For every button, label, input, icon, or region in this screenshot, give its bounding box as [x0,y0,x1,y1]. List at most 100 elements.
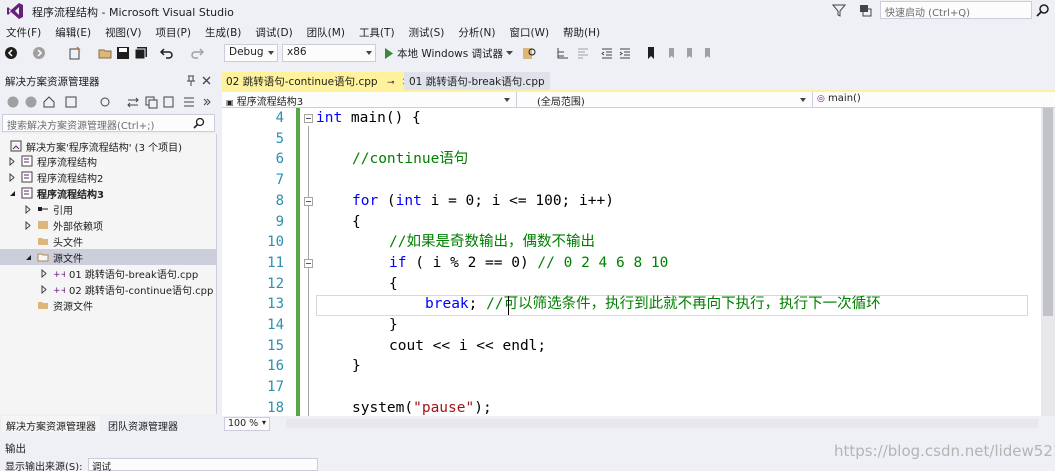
collapse-region-icon[interactable] [304,197,313,206]
search-icon[interactable] [1036,3,1050,17]
menu-file[interactable]: 文件(F) [0,25,49,40]
code-line-16: } [352,358,361,375]
zoom-select[interactable]: 100 % ▾ [224,417,270,431]
line-number: 8 [275,192,284,209]
scope-dropdown[interactable]: (全局范围) [517,92,813,108]
vertical-scrollbar-thumb[interactable] [1043,108,1053,316]
collapse-all-icon[interactable] [144,95,158,109]
start-debugging-button[interactable]: 本地 Windows 调试器 [382,44,515,62]
project-dropdown[interactable]: ▣ 程序流程结构3 [222,92,517,108]
tree-item-project-1[interactable]: 程序流程结构 [0,153,217,169]
find-in-files-icon[interactable] [522,46,536,60]
new-project-icon[interactable] [68,46,82,60]
close-icon[interactable] [202,76,211,85]
tab-team-explorer[interactable]: 团队资源管理器 [104,416,182,433]
feedback-icon[interactable] [858,3,872,18]
comment-out-icon[interactable] [576,46,590,60]
expand-arrow-icon[interactable] [24,220,33,230]
quick-launch-input[interactable]: 快速启动 (Ctrl+Q) [880,1,1032,19]
search-icon[interactable] [193,117,205,129]
function-icon: ◎ [817,94,825,104]
tree-item-solution[interactable]: 解决方案'程序流程结构' (3 个项目) [0,138,217,154]
solution-explorer-icon[interactable] [556,46,570,60]
line-number: 17 [267,379,284,396]
tree-item-project-2[interactable]: 程序流程结构2 [0,169,217,185]
tab-solution-explorer[interactable]: 解决方案资源管理器 [2,416,100,433]
navigate-back-icon[interactable] [4,46,18,60]
output-source-value: 调试 [92,462,112,471]
tree-item-file-break[interactable]: ++ 01 跳转语句-break语句.cpp [0,265,217,281]
collapse-region-icon[interactable] [304,114,313,123]
expand-arrow-icon[interactable] [40,268,49,278]
menu-edit[interactable]: 编辑(E) [49,25,99,40]
menu-build[interactable]: 生成(B) [199,25,249,40]
clear-bookmarks-icon[interactable] [700,46,714,60]
solution-platform-value: x86 [287,46,307,58]
overflow-icon[interactable] [202,95,216,109]
output-source-select[interactable]: 调试 [88,458,318,471]
previous-bookmark-icon[interactable] [664,46,678,60]
menu-help[interactable]: 帮助(H) [557,25,608,40]
solution-explorer-tree: 解决方案'程序流程结构' (3 个项目) 程序流程结构 程序流程结构2 程序流程… [0,134,217,414]
expand-arrow-icon[interactable] [8,172,17,182]
tree-item-project-3[interactable]: 程序流程结构3 [0,185,217,201]
solution-platform-select[interactable]: x86 [282,44,376,62]
expand-arrow-icon[interactable] [24,204,33,214]
tree-item-external-deps[interactable]: 外部依赖项 [0,217,217,233]
pending-changes-filter-icon[interactable] [98,95,112,109]
collapse-arrow-icon[interactable] [8,189,17,198]
horizontal-scrollbar[interactable] [286,419,1038,428]
cpp-project-icon [21,187,33,199]
show-all-files-icon[interactable] [162,95,176,109]
tree-item-references[interactable]: 引用 [0,201,217,217]
menu-view[interactable]: 视图(V) [99,25,149,40]
menu-team[interactable]: 团队(M) [301,25,353,40]
tree-item-source-files[interactable]: 源文件 [0,249,217,265]
redo-icon[interactable] [190,46,204,60]
save-icon[interactable] [116,46,130,60]
member-dropdown[interactable]: ◎ main() [813,92,1055,107]
undo-icon[interactable] [160,46,174,60]
switch-views-icon[interactable] [64,95,78,109]
scope-dropdown-value: (全局范围) [537,97,585,108]
decrease-indent-icon[interactable] [600,46,614,60]
forward-icon[interactable] [24,95,38,109]
pin-icon[interactable]: ⊸ [387,78,395,88]
next-bookmark-icon[interactable] [682,46,696,60]
line-number: 16 [267,358,284,375]
menu-project[interactable]: 项目(P) [149,25,199,40]
line-number: 9 [275,213,284,230]
tab-break-cpp[interactable]: 01 跳转语句-break语句.cpp [404,72,550,90]
menu-window[interactable]: 窗口(W) [503,25,557,40]
navigate-forward-icon[interactable] [32,46,46,60]
menu-analyze[interactable]: 分析(N) [452,25,503,40]
collapse-arrow-icon[interactable] [24,253,33,262]
collapse-region-icon[interactable] [304,259,313,268]
back-icon[interactable] [6,95,20,109]
open-file-icon[interactable] [98,46,112,60]
code-line-9: { [352,213,361,230]
start-debugging-label: 本地 Windows 调试器 [397,47,504,60]
menu-test[interactable]: 测试(S) [403,25,453,40]
tree-item-resource-files[interactable]: 资源文件 [0,297,217,313]
notifications-filter-icon[interactable] [832,3,846,18]
menu-debug[interactable]: 调试(D) [249,25,300,40]
tree-item-label: 程序流程结构2 [37,173,104,185]
save-all-icon[interactable] [134,46,148,60]
tab-continue-cpp[interactable]: 02 跳转语句-continue语句.cpp ⊸ ✕ [222,72,410,90]
pin-icon[interactable] [186,75,196,87]
increase-indent-icon[interactable] [618,46,632,60]
solution-explorer-search-input[interactable]: 搜索解决方案资源管理器(Ctrl+;) [2,114,215,132]
properties-icon[interactable] [182,95,196,109]
home-icon[interactable] [42,95,56,109]
tree-item-file-continue[interactable]: ++ 02 跳转语句-continue语句.cpp [0,281,217,297]
bookmark-icon[interactable] [644,46,658,60]
expand-arrow-icon[interactable] [8,156,17,166]
text-caret [508,296,509,315]
menu-tools[interactable]: 工具(T) [353,25,403,40]
solution-configuration-select[interactable]: Debug [224,44,278,62]
sync-with-active-document-icon[interactable] [126,95,140,109]
expand-arrow-icon[interactable] [40,284,49,294]
tree-item-header-files[interactable]: 头文件 [0,233,217,249]
menu-bar: 文件(F) 编辑(E) 视图(V) 项目(P) 生成(B) 调试(D) 团队(M… [0,22,1055,42]
